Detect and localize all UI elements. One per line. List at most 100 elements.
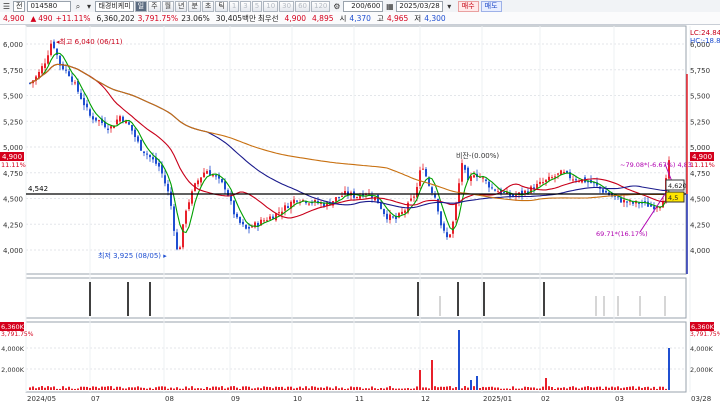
candle-body <box>212 175 214 177</box>
candle-body <box>410 198 412 201</box>
volume-ratio: 3,791.75% <box>137 13 179 23</box>
candle-body <box>143 151 145 154</box>
candle-body <box>215 175 217 177</box>
period-day-button[interactable]: 일 <box>134 0 148 12</box>
price-axis-label-right: 5,750 <box>690 67 710 75</box>
calendar-icon[interactable]: ▦ <box>385 2 394 11</box>
period-month-button[interactable]: 월 <box>161 0 175 12</box>
count-input[interactable]: 200/600 <box>343 0 384 12</box>
volume-bar <box>626 387 628 390</box>
candle-body <box>176 232 178 250</box>
stock-name: 태경비케미 <box>95 0 134 12</box>
volume-bar <box>608 387 610 390</box>
volume-bar <box>356 386 358 390</box>
x-axis-label: 10 <box>293 395 302 403</box>
candle-body <box>542 182 544 184</box>
candle-body <box>134 129 136 138</box>
period-second-button[interactable]: 초 <box>201 0 215 12</box>
volume-bar <box>557 387 559 390</box>
volume-bar <box>197 388 199 390</box>
right-tag: 4,620 <box>668 182 687 190</box>
volume-bar <box>650 388 652 390</box>
stock-chart[interactable]: 2024/05 07 08 09 10 11 12 2025/01 02 03 03/28 6,00… <box>0 24 720 404</box>
candle-body <box>203 172 205 178</box>
candle-body <box>335 197 337 202</box>
interval-3-button[interactable]: 3 <box>240 0 251 12</box>
buy-button[interactable]: 매수 <box>457 0 479 12</box>
candle-body <box>131 124 133 131</box>
volume-bar <box>515 388 517 390</box>
volume-bar <box>311 386 313 390</box>
menu-icon[interactable]: ☰ <box>2 2 11 11</box>
volume-bar <box>635 388 637 390</box>
volume-bar <box>338 388 340 390</box>
price-axis-label-left: 6,000 <box>3 41 23 49</box>
signal-pane[interactable] <box>25 277 687 319</box>
volume-bar <box>125 388 127 390</box>
period-minute-button[interactable]: 분 <box>188 0 201 12</box>
trade-amount: 30,405백만 <box>215 13 256 23</box>
interval-30-button[interactable]: 30 <box>279 0 295 12</box>
volume-bar <box>140 387 142 390</box>
period-week-button[interactable]: 주 <box>148 0 161 12</box>
volume-bar <box>581 387 583 390</box>
price-axis-label-left: 4,250 <box>3 221 23 229</box>
market-select[interactable]: 전 <box>13 0 26 12</box>
candle-body <box>572 179 574 181</box>
volume-bar <box>278 387 280 390</box>
price-pane[interactable] <box>25 25 687 275</box>
volume-bar <box>44 387 46 390</box>
price-axis-label-right: 4,500 <box>690 196 710 204</box>
high-label: 고 <box>376 13 384 23</box>
price-axis-label-left: 4,000 <box>3 247 23 255</box>
price-tag-right-value: 4,900 <box>692 153 712 161</box>
period-tick-button[interactable]: 틱 <box>215 0 228 12</box>
volume-bar <box>221 386 223 390</box>
calendar-picker-icon[interactable]: ▾ <box>445 2 454 11</box>
volume-bar <box>383 388 385 390</box>
candle-body <box>164 175 166 184</box>
dropdown-icon[interactable]: ▾ <box>84 2 93 11</box>
candle-body <box>242 221 244 225</box>
date-input[interactable]: 2025/03/28 <box>396 0 443 12</box>
candle-body <box>389 214 391 221</box>
volume-pane[interactable] <box>25 321 687 393</box>
interval-5-button[interactable]: 5 <box>251 0 263 12</box>
volume-bar <box>146 388 148 390</box>
volume-bar <box>65 388 67 390</box>
volume-bar <box>335 386 337 390</box>
volume-bar <box>377 388 379 390</box>
interval-120-button[interactable]: 120 <box>311 0 331 12</box>
volume-bar <box>299 386 301 390</box>
candle-body <box>449 234 451 238</box>
volume-bar <box>413 388 415 390</box>
price-axis-label-right: 4,750 <box>690 170 710 178</box>
interval-10-button[interactable]: 10 <box>263 0 279 12</box>
candle-body <box>269 216 271 220</box>
volume-bar <box>380 387 382 390</box>
volume-bar <box>569 386 571 390</box>
settings-icon[interactable]: ⚙ <box>332 2 341 11</box>
candle-body <box>140 139 142 151</box>
candle-body <box>461 163 463 182</box>
volume-bar <box>497 387 499 390</box>
sell-button[interactable]: 매도 <box>480 0 502 12</box>
candle-body <box>455 203 457 221</box>
stock-code-input[interactable]: 014580 <box>27 0 72 12</box>
volume-bar <box>176 387 178 390</box>
volume-bar <box>185 386 187 390</box>
right-tag2: 4,5 <box>668 194 678 202</box>
interval-1-button[interactable]: 1 <box>228 0 240 12</box>
search-icon[interactable]: ⌕ <box>73 2 82 11</box>
volume-bar <box>257 387 259 390</box>
volume-bar <box>611 386 613 390</box>
volume-bar <box>188 388 190 390</box>
volume-bar <box>371 386 373 390</box>
volume-bar <box>431 360 433 390</box>
interval-60-button[interactable]: 60 <box>295 0 310 12</box>
candle-body <box>650 204 652 207</box>
volume-bar <box>332 388 334 390</box>
period-year-button[interactable]: 년 <box>175 0 188 12</box>
low-label: 저 <box>414 13 422 23</box>
volume-bar <box>143 387 145 390</box>
